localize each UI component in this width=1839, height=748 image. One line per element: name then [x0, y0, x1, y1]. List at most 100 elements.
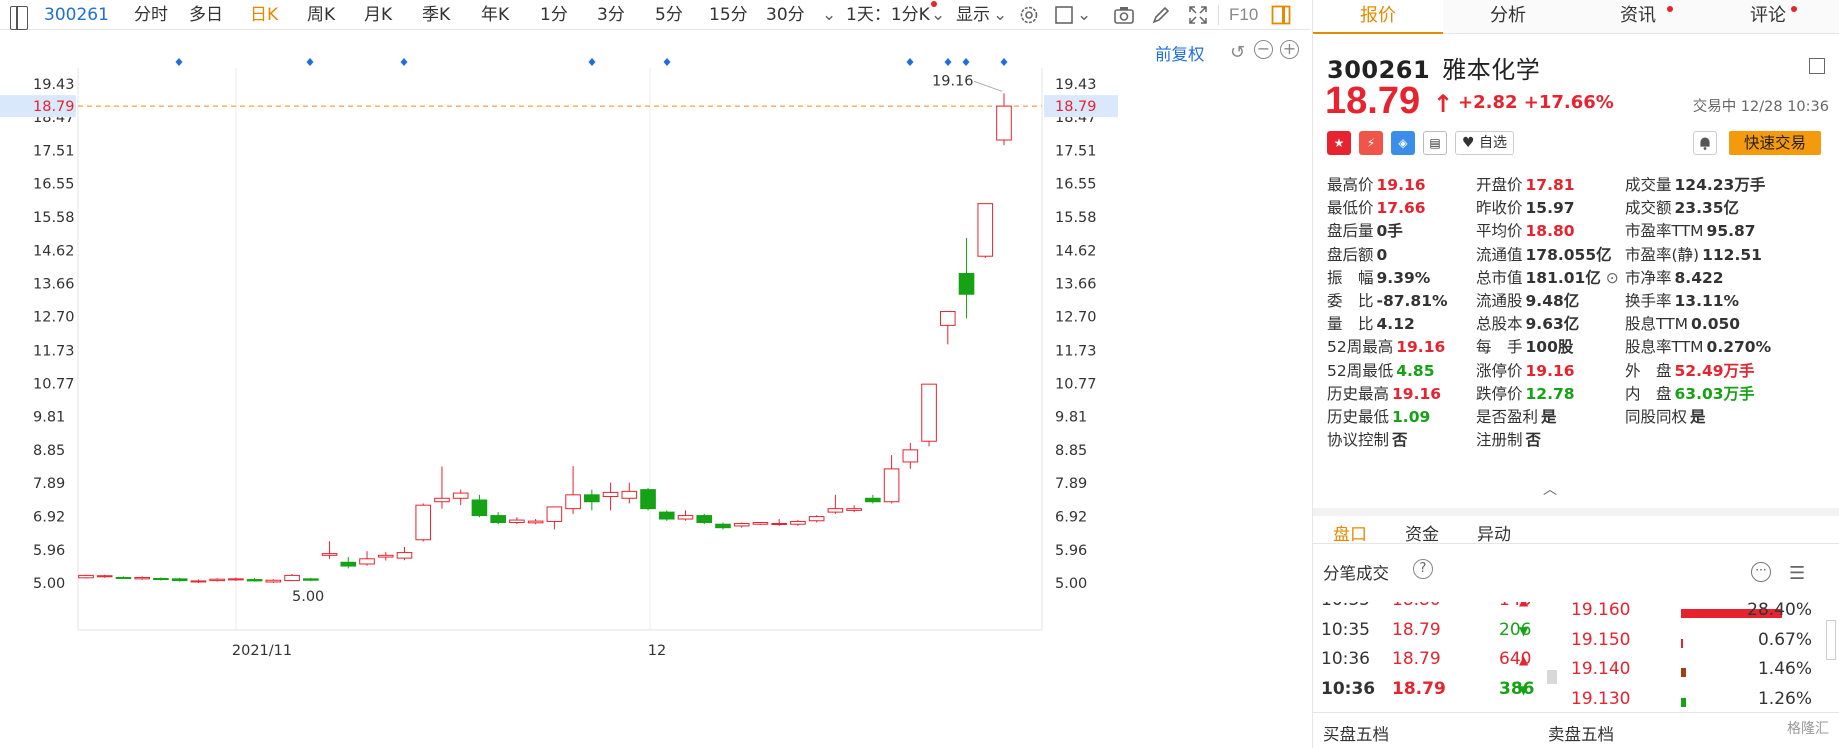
book-scrollbar[interactable] [1826, 620, 1836, 660]
period-tab-1min[interactable]: 1分 [540, 3, 568, 27]
stat-cell: 成交额 23.35亿 [1625, 196, 1739, 218]
y-tick-label-right: 17.51 [1055, 143, 1097, 159]
tick-list[interactable]: 10:3518.80146▲10:3518.79206▼10:3618.7964… [1313, 602, 1543, 714]
event-marker-icon[interactable] [962, 58, 970, 66]
stat-label: 跌停价 [1476, 384, 1523, 403]
tab-bid-levels[interactable]: 买盘五档 [1323, 721, 1389, 745]
candle-body [621, 490, 638, 499]
news-dot [1667, 6, 1673, 12]
tag-label-icon[interactable]: ◈ [1391, 131, 1415, 155]
period-tab-30min[interactable]: 30分 [766, 3, 805, 27]
y-tick-label-left: 6.92 [33, 510, 65, 526]
stat-cell: 市盈率(静) 112.51 [1625, 243, 1762, 265]
tab-analysis[interactable]: 分析 [1443, 0, 1573, 34]
alert-bell-icon[interactable] [1693, 131, 1717, 155]
tab-news[interactable]: 资讯 [1573, 0, 1703, 34]
settings-gear-icon[interactable] [1018, 4, 1040, 26]
period-tab-3min[interactable]: 3分 [597, 3, 625, 27]
period-tab-timeshare[interactable]: 分时 [134, 3, 168, 27]
stat-label: 历史最低 [1327, 407, 1390, 426]
candlestick-chart[interactable]: 19.43 19.43 18.47 18.47 17.51 17.51 16.55 16.55… [0, 30, 1312, 748]
depth-tabs: 盘口 资金 异动 [1313, 508, 1839, 545]
tab-capital-flow[interactable]: 资金 [1405, 520, 1439, 545]
stock-code[interactable]: 300261 [44, 3, 109, 27]
more-options-icon[interactable]: ··· [1751, 562, 1771, 582]
period-tab-daily[interactable]: 日K [250, 3, 278, 27]
stat-value: 9.48亿 [1525, 291, 1580, 310]
candle-body [321, 553, 338, 556]
tick-time: 10:36 [1321, 678, 1376, 699]
interval-chevron-icon[interactable]: ⌄ [931, 3, 945, 27]
list-view-icon[interactable]: ☰ [1789, 563, 1805, 584]
adjust-mode-button[interactable]: 前复权 [1155, 41, 1205, 65]
add-watchlist-button[interactable]: ♥ 自选 [1455, 131, 1515, 155]
collapse-chevron-icon[interactable]: ︿ [1543, 479, 1557, 499]
help-icon[interactable]: ? [1413, 559, 1433, 579]
period-tab-multiday[interactable]: 多日 [189, 3, 223, 27]
period-tab-15min[interactable]: 15分 [709, 3, 748, 27]
y-tick-label-right: 16.55 [1055, 177, 1097, 193]
undo-icon[interactable]: ↺ [1230, 42, 1245, 63]
event-marker-icon[interactable] [400, 58, 408, 66]
book-bar [1681, 668, 1687, 677]
current-price-label-right: 18.79 [1055, 99, 1097, 115]
display-menu[interactable]: 显示 [956, 3, 990, 27]
chinext-icon[interactable]: ⚡ [1359, 131, 1383, 155]
tab-quote[interactable]: 报价 [1313, 0, 1443, 34]
change-amount: +2.82 [1458, 92, 1518, 113]
sidebar-toggle-icon[interactable] [10, 6, 28, 30]
zoom-in-icon[interactable]: + [1280, 40, 1299, 59]
tick-time: 10:35 [1321, 602, 1370, 610]
panel-layout-icon[interactable] [1809, 58, 1825, 74]
event-marker-icon[interactable] [306, 58, 314, 66]
tab-anomaly[interactable]: 异动 [1477, 520, 1511, 545]
period-tab-quarterly[interactable]: 季K [422, 3, 450, 27]
stat-label: 市盈率(静) [1625, 245, 1700, 264]
event-marker-icon[interactable] [906, 58, 914, 66]
stat-label: 协议控制 [1327, 431, 1390, 450]
y-tick-label-right: 8.85 [1055, 443, 1087, 459]
event-marker-icon[interactable] [588, 58, 596, 66]
right-panel-toggle-icon[interactable] [1270, 4, 1292, 26]
note-icon[interactable]: ▤ [1423, 131, 1447, 155]
y-tick-label-right: 12.70 [1055, 310, 1097, 326]
tab-comments[interactable]: 评论 [1703, 0, 1833, 34]
f10-button[interactable]: F10 [1229, 3, 1258, 27]
quick-trade-button[interactable]: 快速交易 [1729, 131, 1821, 155]
china-flag-icon[interactable]: ★ [1327, 131, 1351, 155]
display-chevron-icon[interactable]: ⌄ [993, 3, 1007, 27]
candle-body [265, 579, 282, 583]
order-book[interactable]: 19.160 28.40% 19.150 0.67% 19.140 1.46% 19.130… [1571, 602, 1826, 714]
period-tab-weekly[interactable]: 周K [307, 3, 335, 27]
period-tab-yearly[interactable]: 年K [481, 3, 509, 27]
period-more-chevron-icon[interactable]: ⌄ [822, 3, 836, 27]
stat-label: 外 盘 [1625, 361, 1672, 380]
stat-label: 注册制 [1476, 431, 1523, 450]
camera-icon[interactable] [1113, 4, 1135, 26]
period-tab-monthly[interactable]: 月K [364, 3, 392, 27]
candle-body [415, 504, 432, 541]
tab-order-book[interactable]: 盘口 [1333, 520, 1367, 545]
stat-value: 124.23万手 [1674, 176, 1766, 194]
more-info-icon[interactable]: ⊙ [1601, 269, 1619, 287]
tab-ask-levels[interactable]: 卖盘五档 [1548, 721, 1614, 745]
box-select-icon[interactable] [1053, 4, 1075, 26]
event-marker-icon[interactable] [1000, 58, 1008, 66]
event-marker-icon[interactable] [175, 58, 183, 66]
candle-body [171, 578, 188, 582]
fullscreen-icon[interactable] [1187, 4, 1209, 26]
y-tick-label-right: 14.62 [1055, 243, 1097, 259]
tick-price: 18.79 [1392, 619, 1441, 640]
draw-pen-icon[interactable] [1150, 4, 1172, 26]
stats-row: 最低价 17.66 昨收价 15.97 成交额 23.35亿 [1327, 196, 1837, 219]
box-select-chevron-icon[interactable]: ⌄ [1077, 3, 1091, 27]
event-marker-icon[interactable] [944, 58, 952, 66]
event-marker-icon[interactable] [663, 58, 671, 66]
period-tab-5min[interactable]: 5分 [655, 3, 683, 27]
candle-body [434, 497, 450, 503]
interval-select[interactable]: 1天：1分K [846, 3, 930, 27]
zoom-out-icon[interactable]: − [1254, 40, 1273, 59]
tick-scrollbar[interactable] [1547, 670, 1557, 684]
book-price: 19.150 [1571, 629, 1631, 650]
stat-label: 开盘价 [1476, 176, 1523, 194]
